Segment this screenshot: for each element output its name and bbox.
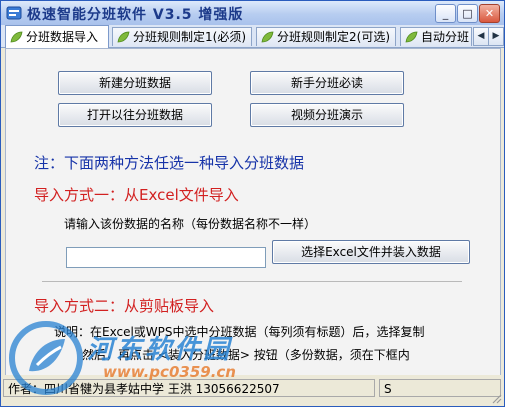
tab-scroll-left-button[interactable]: ◀ (473, 27, 489, 46)
beginner-guide-button[interactable]: 新手分班必读 (250, 71, 404, 95)
method2-instruction-line1: 说明：在Excel或WPS中选中分班数据（每列须有标题）后，选择复制 (54, 325, 425, 339)
title-bar[interactable]: 极速智能分班软件 V3.5 增强版 _ □ ✕ (1, 1, 504, 25)
leaf-icon (117, 31, 130, 43)
tab-label: 分班规则制定2(可选) (277, 30, 390, 44)
import-panel: 新建分班数据 新手分班必读 打开以往分班数据 视频分班演示 注：下面两种方法任选… (5, 48, 501, 376)
status-panel-right: S (379, 379, 501, 397)
open-previous-button[interactable]: 打开以往分班数据 (58, 103, 212, 127)
leaf-icon (10, 31, 23, 43)
leaf-icon (405, 31, 418, 43)
method2-instruction-line2: 然后，再点击 <装入分班数据> 按钮（多份数据，须在下框内 (82, 348, 410, 362)
data-name-prompt: 请输入该份数据的名称（每份数据名称不一样） (64, 217, 317, 231)
app-window: 极速智能分班软件 V3.5 增强版 _ □ ✕ 分班数据导入 分班规则制定1(必… (0, 0, 505, 407)
tab-data-import[interactable]: 分班数据导入 (5, 25, 109, 48)
method1-heading: 导入方式一：从Excel文件导入 (34, 186, 239, 204)
leaf-icon (261, 31, 274, 43)
tab-label: 分班数据导入 (26, 30, 99, 44)
status-bar: 作者：四川省犍为县孝姑中学 王洪 13056622507 S (1, 375, 504, 406)
load-excel-button[interactable]: 选择Excel文件并装入数据 (272, 240, 470, 264)
author-status: 作者：四川省犍为县孝姑中学 王洪 13056622507 (3, 379, 375, 397)
data-name-input[interactable] (66, 247, 266, 268)
maximize-button[interactable]: □ (457, 4, 478, 23)
tab-strip: 分班数据导入 分班规则制定1(必须) 分班规则制定2(可选) 自动分班 ◀ ▶ (1, 25, 504, 48)
tab-scroll-right-button[interactable]: ▶ (488, 27, 504, 46)
tab-label: 分班规则制定1(必须) (133, 30, 246, 44)
tab-auto-assign[interactable]: 自动分班 (400, 27, 472, 46)
method2-heading: 导入方式二：从剪贴板导入 (34, 297, 215, 315)
window-title: 极速智能分班软件 V3.5 增强版 (27, 7, 244, 23)
tab-rules-1[interactable]: 分班规则制定1(必须) (112, 27, 252, 46)
video-demo-button[interactable]: 视频分班演示 (250, 103, 404, 127)
section-divider (42, 281, 462, 282)
app-icon (6, 6, 22, 20)
resize-grip-icon[interactable] (490, 392, 502, 404)
close-button[interactable]: ✕ (479, 4, 500, 23)
minimize-button[interactable]: _ (435, 4, 456, 23)
new-data-button[interactable]: 新建分班数据 (58, 71, 212, 95)
tab-label: 自动分班 (421, 30, 470, 44)
tab-rules-2[interactable]: 分班规则制定2(可选) (256, 27, 396, 46)
import-note: 注：下面两种方法任选一种导入分班数据 (34, 154, 305, 172)
